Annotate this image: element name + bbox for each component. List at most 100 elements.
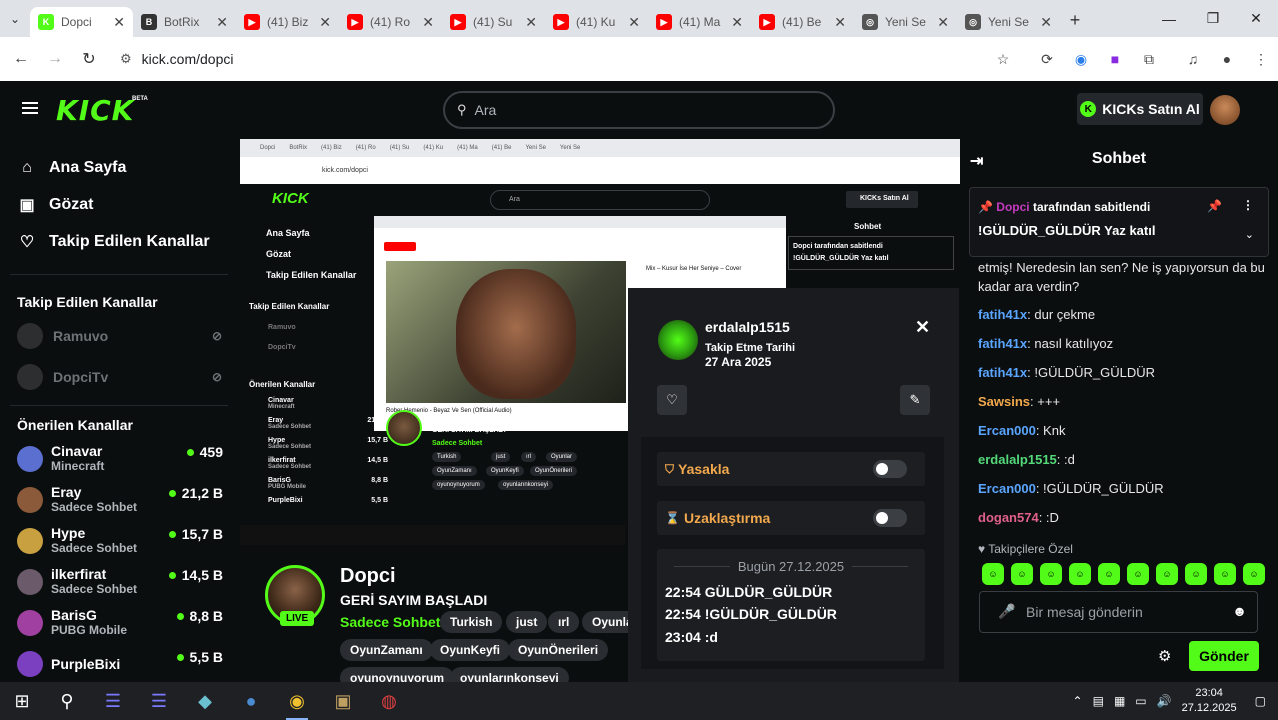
forward-icon[interactable]: →	[38, 50, 72, 68]
chat-username[interactable]: dogan574	[978, 510, 1039, 525]
buy-kicks-button[interactable]: K KICKs Satın Al	[1077, 93, 1203, 125]
tray-chevron-icon[interactable]: ⌃	[1073, 694, 1083, 708]
browser-tab[interactable]: B BotRix ✕	[133, 7, 236, 37]
mic-icon[interactable]: 🎤	[998, 603, 1015, 620]
search-input[interactable]: ⚲ Ara	[443, 91, 835, 129]
send-button[interactable]: Gönder	[1189, 641, 1259, 671]
tab-close-icon[interactable]: ✕	[628, 14, 640, 31]
extension-purple-icon[interactable]: ■	[1098, 51, 1132, 67]
chat-message[interactable]: Sawsins: +++	[978, 392, 1268, 411]
media-control-icon[interactable]: ♫	[1176, 51, 1210, 67]
clock[interactable]: 23:04 27.12.2025	[1182, 686, 1237, 716]
chat-username[interactable]: Ercan000	[978, 423, 1036, 438]
chat-username[interactable]: fatih41x	[978, 365, 1027, 380]
tab-close-icon[interactable]: ✕	[731, 14, 743, 31]
emote-button[interactable]: ☺	[1214, 563, 1236, 585]
chat-message[interactable]: fatih41x: nasıl katılıyoz	[978, 334, 1268, 353]
app-icon-3[interactable]: ◆	[182, 682, 228, 720]
bookmark-star-icon[interactable]: ☆	[986, 51, 1020, 68]
emote-button[interactable]: ☺	[1185, 563, 1207, 585]
chat-message[interactable]: Ercan000: Knk	[978, 421, 1268, 440]
app-icon-2[interactable]: ☰	[136, 682, 182, 720]
chat-message[interactable]: Ercan000: !GÜLDÜR_GÜLDÜR	[978, 479, 1268, 498]
browser-tab[interactable]: ▶ (41) Ma ✕	[648, 7, 751, 37]
browser-tab[interactable]: ◎ Yeni Se ✕	[957, 7, 1060, 37]
back-icon[interactable]: ←	[4, 50, 38, 68]
chat-input[interactable]: 🎤 Bir mesaj gönderin ☻	[979, 591, 1258, 633]
notifications-icon[interactable]: ▢	[1255, 694, 1266, 708]
tab-close-icon[interactable]: ✕	[422, 14, 434, 31]
stream-tag[interactable]: OyunÖnerileri	[508, 639, 609, 661]
recommended-channel[interactable]: Eray Sadece Sohbet 21,2 B	[0, 479, 238, 520]
app-icon-5[interactable]: ▣	[320, 682, 366, 720]
chat-username[interactable]: fatih41x	[978, 336, 1027, 351]
stream-category[interactable]: Sadece Sohbet	[340, 614, 440, 630]
maximize-icon[interactable]: ❐	[1191, 0, 1235, 37]
emote-button[interactable]: ☺	[982, 563, 1004, 585]
browser-tab[interactable]: ▶ (41) Be ✕	[751, 7, 854, 37]
chat-message[interactable]: erdalalp1515: :d	[978, 450, 1268, 469]
emote-button[interactable]: ☺	[1069, 563, 1091, 585]
profile-icon[interactable]: ●	[1210, 51, 1244, 67]
timeout-toggle[interactable]	[873, 509, 907, 527]
reload-icon[interactable]: ↻	[72, 49, 106, 69]
sidebar-nav-item[interactable]: ▣ Gözat	[0, 186, 238, 223]
network-icon[interactable]: ▦	[1114, 694, 1125, 708]
chevron-down-icon[interactable]: ⌄	[1245, 228, 1254, 241]
sidebar-nav-item[interactable]: ♡ Takip Edilen Kanallar	[0, 223, 238, 260]
new-tab-button[interactable]: +	[1060, 10, 1090, 31]
volume-icon[interactable]: 🔊	[1157, 694, 1172, 708]
browser-tab[interactable]: ◎ Yeni Se ✕	[854, 7, 957, 37]
follow-heart-icon[interactable]: ♡	[657, 385, 687, 415]
sidebar-nav-item[interactable]: ⌂ Ana Sayfa	[0, 149, 238, 186]
pin-icon[interactable]: 📌	[1207, 199, 1222, 213]
tab-close-icon[interactable]: ✕	[937, 14, 949, 31]
app-icon-4[interactable]: ●	[228, 682, 274, 720]
chat-settings-icon[interactable]: ⚙	[1158, 647, 1171, 665]
followed-channel[interactable]: DopciTv ⊘	[0, 356, 238, 397]
emoji-icon[interactable]: ☻	[1232, 603, 1247, 619]
stream-tag[interactable]: Oyunlar	[582, 611, 630, 633]
emote-button[interactable]: ☺	[1098, 563, 1120, 585]
close-icon[interactable]: ✕	[915, 317, 930, 338]
extensions-puzzle-icon[interactable]: ⧉	[1132, 51, 1166, 68]
browser-tab[interactable]: ▶ (41) Biz ✕	[236, 7, 339, 37]
chat-message[interactable]: fatih41x: !GÜLDÜR_GÜLDÜR	[978, 363, 1268, 382]
stream-tag[interactable]: OyunZamanı	[340, 639, 433, 661]
emote-button[interactable]: ☺	[1011, 563, 1033, 585]
browser-tab[interactable]: ▶ (41) Ro ✕	[339, 7, 442, 37]
emote-button[interactable]: ☺	[1040, 563, 1062, 585]
chat-username[interactable]: fatih41x	[978, 307, 1027, 322]
chrome-icon[interactable]: ◉	[274, 682, 320, 720]
mute-icon[interactable]: ✎	[900, 385, 930, 415]
pinned-message[interactable]: 📌 Dopci tarafından sabitlendi !GÜLDÜR_GÜ…	[969, 187, 1269, 257]
menu-icon[interactable]	[22, 102, 38, 114]
tab-close-icon[interactable]: ✕	[834, 14, 846, 31]
tab-search-icon[interactable]: ⌄	[0, 0, 30, 37]
recommended-channel[interactable]: BarisG PUBG Mobile 8,8 B	[0, 602, 238, 643]
stream-tag[interactable]: just	[506, 611, 548, 633]
site-info-icon[interactable]: ⚙	[120, 51, 132, 67]
recommended-channel[interactable]: PurpleBixi 5,5 B	[0, 643, 238, 682]
tab-close-icon[interactable]: ✕	[1040, 14, 1052, 31]
tab-close-icon[interactable]: ✕	[113, 14, 125, 31]
chat-message[interactable]: etmiş! Neredesin lan sen? Ne iş yapıyors…	[978, 258, 1268, 296]
emote-button[interactable]: ☺	[1156, 563, 1178, 585]
chat-message[interactable]: dogan574: :D	[978, 508, 1268, 527]
browser-tab[interactable]: K Dopci ✕	[30, 7, 133, 37]
minimize-icon[interactable]: —	[1147, 0, 1191, 37]
tab-close-icon[interactable]: ✕	[319, 14, 331, 31]
browser-menu-icon[interactable]: ⋮	[1244, 51, 1278, 68]
app-icon-1[interactable]: ☰	[90, 682, 136, 720]
user-avatar[interactable]	[1210, 95, 1240, 125]
browser-tab[interactable]: ▶ (41) Ku ✕	[545, 7, 648, 37]
streamer-name[interactable]: Dopci	[340, 565, 396, 588]
tab-close-icon[interactable]: ✕	[216, 14, 228, 31]
kick-logo[interactable]: KICK	[56, 94, 134, 127]
close-window-icon[interactable]: ✕	[1234, 0, 1278, 37]
chat-username[interactable]: Ercan000	[978, 481, 1036, 496]
more-options-icon[interactable]: ⋮	[1242, 198, 1254, 212]
followed-channel[interactable]: Ramuvo ⊘	[0, 315, 238, 356]
chat-username[interactable]: Sawsins	[978, 394, 1030, 409]
stream-tag[interactable]: Turkish	[440, 611, 503, 633]
